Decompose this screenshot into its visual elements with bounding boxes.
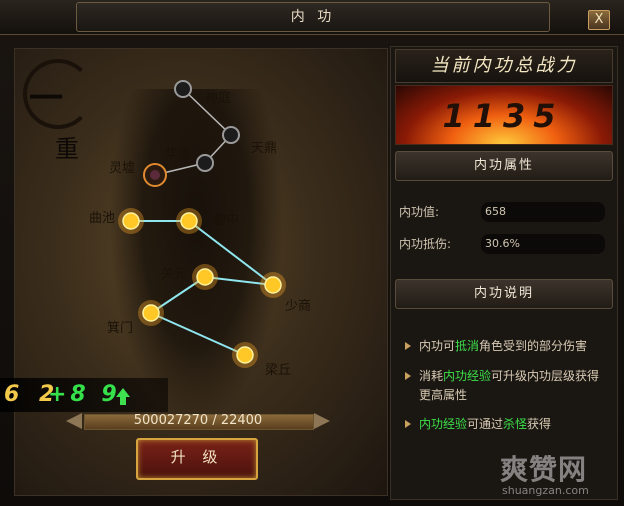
upgrade-button[interactable]: 升 级 — [136, 438, 258, 480]
desc-text: 消耗 — [419, 369, 444, 383]
acupoint-label-shenting: 神庭 — [205, 91, 232, 106]
attr-label: 内功值: — [399, 205, 440, 219]
desc-item: 内功经验可通过杀怪获得 — [405, 415, 605, 434]
attr-header-label: 内功属性 — [473, 158, 534, 173]
experience-text: 500027270 / 22400 — [133, 413, 263, 428]
acupoint-shaoshang[interactable] — [260, 272, 286, 298]
title-bar: 内 功 X — [0, 0, 624, 35]
acupoint-quchi[interactable] — [118, 208, 144, 234]
up-arrow-stem — [120, 397, 126, 405]
acupoint-label-quchi: 曲池 — [89, 211, 116, 226]
inner-power-window: 内 功 X 一 重 神庭 天鼎 华盖 灵墟 曲池 膻中 关元 少商 箕门 梁丘 6 2 +8 9 … — [0, 0, 624, 506]
acupoint-label-jimen: 箕门 — [107, 321, 134, 336]
desc-text: 可通过 — [467, 417, 504, 431]
meridian-link — [150, 312, 246, 356]
acupoint-label-tianding: 天鼎 — [251, 141, 278, 156]
acupoint-label-liangqiu: 梁丘 — [265, 363, 292, 378]
acupoint-label-lingxu: 灵墟 — [109, 161, 136, 176]
desc-text: 获得 — [527, 417, 552, 431]
total-power-title: 当前内功总战力 — [395, 49, 613, 83]
level-counter-bonus: +8 9 — [48, 382, 121, 407]
acupoint-jimen[interactable] — [138, 300, 164, 326]
desc-text: 角色受到的部分伤害 — [479, 339, 588, 353]
bullet-icon — [405, 420, 411, 428]
attr-label: 内功抵伤: — [399, 237, 452, 251]
site-watermark: 爽赞网 — [500, 453, 588, 486]
desc-item: 消耗内功经验可升级内功层级获得更高属性 — [405, 367, 605, 405]
acupoint-label-guanyuan: 关元 — [161, 267, 188, 282]
acupoint-lingxu[interactable] — [143, 163, 167, 187]
attr-value: 658 — [481, 202, 605, 222]
acupoint-label-huagai: 华盖 — [165, 147, 192, 162]
acupoint-label-danzhong: 膻中 — [213, 213, 240, 228]
acupoint-tianding[interactable] — [222, 126, 240, 144]
window-title: 内 功 — [290, 9, 336, 25]
total-power-value: 1135 — [442, 97, 564, 135]
acupoint-label-shaoshang: 少商 — [285, 299, 312, 314]
attr-row-neigong: 内功值: 658 — [395, 201, 611, 223]
info-panel: 当前内功总战力 1135 内功属性 内功值: 658 内功抵伤: 30.6% 内… — [390, 46, 618, 500]
acupoint-guanyuan[interactable] — [192, 264, 218, 290]
desc-header-label: 内功说明 — [473, 286, 534, 301]
acupoint-danzhong[interactable] — [176, 208, 202, 234]
acupoint-shenting[interactable] — [174, 80, 192, 98]
acupoint-huagai[interactable] — [196, 154, 214, 172]
desc-section-header: 内功说明 — [395, 279, 613, 309]
up-arrow-icon — [116, 388, 130, 397]
desc-highlight: 内功经验 — [419, 417, 468, 431]
attr-value: 30.6% — [481, 234, 605, 254]
desc-text: 内功可 — [419, 339, 456, 353]
close-button[interactable]: X — [588, 10, 610, 30]
attr-section-header: 内功属性 — [395, 151, 613, 181]
site-watermark-url: shuangzan.com — [502, 484, 589, 497]
desc-highlight: 杀怪 — [503, 417, 528, 431]
attr-row-dishang: 内功抵伤: 30.6% — [395, 233, 611, 255]
acupoint-liangqiu[interactable] — [232, 342, 258, 368]
bullet-icon — [405, 372, 411, 380]
desc-highlight: 内功经验 — [443, 369, 492, 383]
bullet-icon — [405, 342, 411, 350]
desc-highlight: 抵消 — [455, 339, 480, 353]
desc-item: 内功可抵消角色受到的部分伤害 — [405, 337, 605, 356]
upgrade-button-label: 升 级 — [170, 448, 224, 466]
title-plate: 内 功 — [76, 2, 550, 32]
